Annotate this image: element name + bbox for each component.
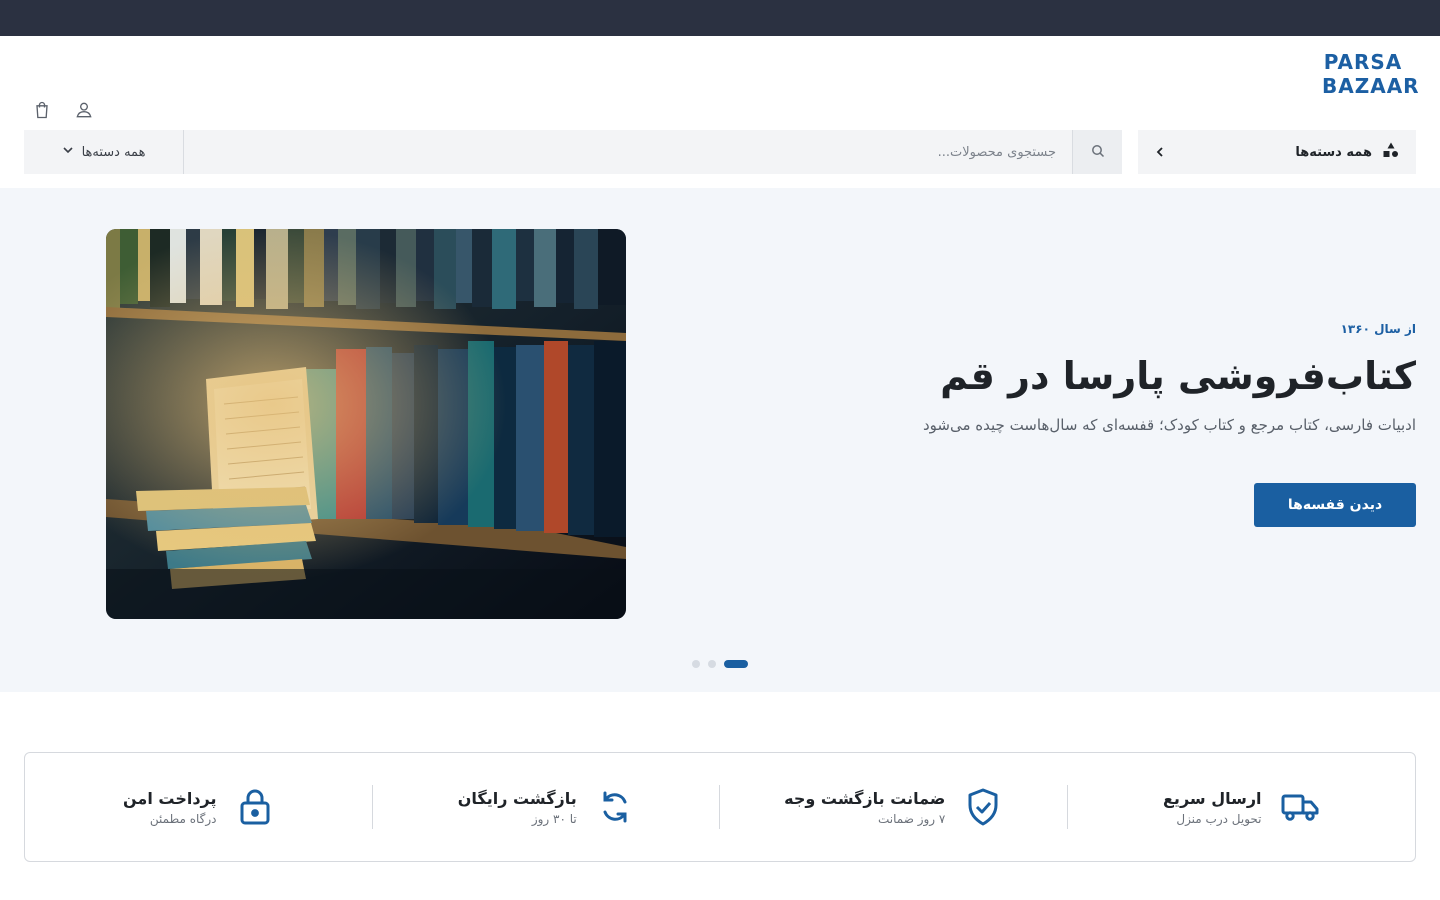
- search-button[interactable]: [1072, 130, 1122, 174]
- feature-title: ضمانت بازگشت وجه: [784, 788, 946, 808]
- feature-secure-payment: پرداخت امن درگاه مطمئن: [25, 753, 373, 861]
- all-categories-menu[interactable]: همه دسته‌ها: [1138, 130, 1416, 174]
- slider-dot-2[interactable]: [708, 660, 716, 668]
- feature-title: پرداخت امن: [123, 788, 217, 808]
- category-select[interactable]: همه دسته‌ها: [24, 130, 184, 174]
- search-row: همه دسته‌ها همه دسته‌ها: [24, 130, 1416, 174]
- slider-dot-1[interactable]: [692, 660, 700, 668]
- top-bar: [0, 0, 1440, 36]
- feature-money-back: ضمانت بازگشت وجه ۷ روز ضمانت: [720, 753, 1068, 861]
- hero-image-bookshelf: [106, 229, 626, 619]
- feature-subtitle: تحویل درب منزل: [1176, 811, 1262, 826]
- search-icon: [1091, 143, 1105, 162]
- feature-free-return: بازگشت رایگان تا ۳۰ روز: [373, 753, 721, 861]
- feature-title: ارسال سریع: [1163, 788, 1262, 808]
- all-categories-label: همه دسته‌ها: [1295, 144, 1372, 160]
- features-bar: ارسال سریع تحویل درب منزل ضمانت بازگشت و…: [24, 752, 1416, 862]
- header: PARSA BAZAAR: [0, 36, 1440, 130]
- chevron-down-icon: [62, 144, 74, 160]
- shield-check-icon: [963, 787, 1003, 827]
- chevron-left-icon: [1154, 143, 1166, 162]
- brand-logo-line1: PARSA: [1323, 50, 1403, 74]
- hero-subtitle: ادبیات فارسی، کتاب مرجع و کتاب کودک؛ قفس…: [922, 416, 1416, 434]
- slider-dot-active[interactable]: [724, 660, 748, 668]
- hero-eyebrow: از سال ۱۳۶۰: [1340, 322, 1416, 336]
- search-input[interactable]: [184, 130, 1072, 174]
- category-select-label: همه دسته‌ها: [81, 144, 146, 160]
- hero-content: از سال ۱۳۶۰ کتاب‌فروشی پارسا در قم ادبیا…: [796, 322, 1416, 527]
- feature-fast-shipping: ارسال سریع تحویل درب منزل: [1068, 753, 1416, 861]
- feature-subtitle: درگاه مطمئن: [149, 811, 217, 826]
- brand-logo-line2: BAZAAR: [1322, 74, 1420, 98]
- user-icon[interactable]: [72, 98, 96, 122]
- refresh-icon: [595, 787, 635, 827]
- hero-title: کتاب‌فروشی پارسا در قم: [940, 354, 1416, 398]
- categories-icon: [1382, 141, 1400, 163]
- feature-title: بازگشت رایگان: [457, 788, 577, 808]
- truck-icon: [1280, 787, 1320, 827]
- slider-dots: [692, 660, 748, 668]
- brand-logo[interactable]: PARSA BAZAAR: [1322, 50, 1420, 98]
- hero-slider: از سال ۱۳۶۰ کتاب‌فروشی پارسا در قم ادبیا…: [0, 188, 1440, 692]
- feature-subtitle: ۷ روز ضمانت: [877, 811, 946, 826]
- shopping-bag-icon[interactable]: [30, 98, 54, 122]
- lock-icon: [235, 787, 275, 827]
- header-actions: [30, 98, 96, 122]
- browse-shelves-button[interactable]: دیدن قفسه‌ها: [1254, 483, 1416, 527]
- feature-subtitle: تا ۳۰ روز: [531, 811, 577, 826]
